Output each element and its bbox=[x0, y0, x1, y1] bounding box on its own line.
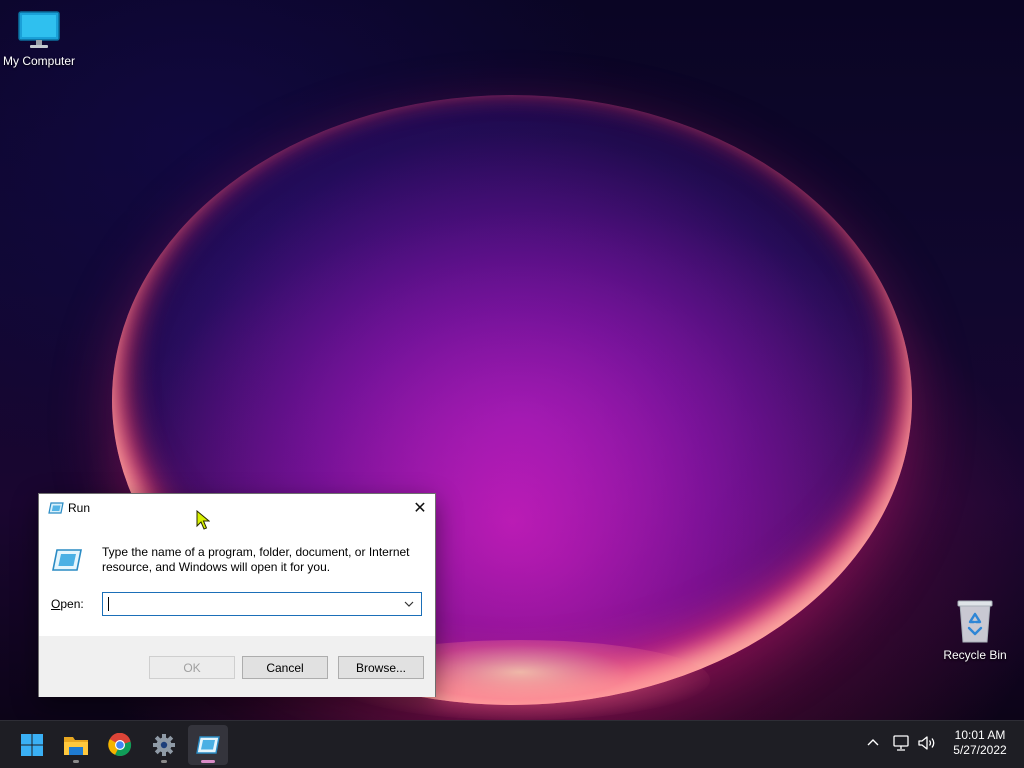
taskbar-settings[interactable] bbox=[144, 725, 184, 765]
recycle-bin-icon bbox=[957, 600, 993, 643]
mouse-cursor-icon bbox=[196, 510, 210, 530]
network-icon[interactable] bbox=[891, 734, 911, 752]
text-caret bbox=[108, 597, 109, 611]
folder-icon bbox=[64, 737, 88, 755]
desktop-icon-label: My Computer bbox=[2, 54, 76, 68]
taskbar-clock[interactable]: 10:01 AM 5/27/2022 bbox=[944, 728, 1016, 758]
cancel-button[interactable]: Cancel bbox=[242, 656, 328, 679]
run-description: Type the name of a program, folder, docu… bbox=[102, 545, 410, 574]
desktop-icon-recycle-bin[interactable]: Recycle Bin bbox=[930, 598, 1020, 662]
windows-logo-icon bbox=[21, 734, 43, 756]
desktop-icon-my-computer[interactable]: My Computer bbox=[0, 10, 84, 68]
run-dialog: Run ✕ Type the name of a program, folder… bbox=[38, 493, 436, 697]
volume-icon[interactable] bbox=[917, 734, 937, 752]
run-titlebar[interactable]: Run ✕ bbox=[39, 494, 435, 522]
desktop-icon-label: Recycle Bin bbox=[943, 648, 1007, 662]
monitor-icon bbox=[18, 11, 60, 48]
open-label: Open: bbox=[51, 597, 84, 611]
run-program-icon bbox=[52, 549, 82, 571]
ok-button[interactable]: OK bbox=[149, 656, 235, 679]
open-dropdown-button[interactable] bbox=[398, 593, 420, 615]
gear-icon bbox=[153, 734, 175, 756]
taskbar-run[interactable] bbox=[188, 725, 228, 765]
running-indicator bbox=[161, 760, 167, 763]
run-title: Run bbox=[68, 501, 91, 515]
close-button[interactable]: ✕ bbox=[405, 494, 435, 522]
open-label-text: pen: bbox=[60, 597, 84, 611]
clock-time: 10:01 AM bbox=[954, 728, 1006, 742]
close-icon: ✕ bbox=[413, 500, 427, 517]
taskbar-chrome[interactable] bbox=[100, 725, 140, 765]
chrome-icon bbox=[108, 733, 132, 757]
running-indicator bbox=[73, 760, 79, 763]
open-input[interactable] bbox=[103, 593, 399, 615]
clock-date: 5/27/2022 bbox=[953, 743, 1007, 757]
run-button-bar: OK Cancel Browse... bbox=[39, 636, 435, 697]
taskbar-file-explorer[interactable] bbox=[56, 725, 96, 765]
active-indicator bbox=[201, 760, 215, 763]
run-icon bbox=[48, 502, 64, 514]
open-label-accelerator: O bbox=[51, 597, 61, 611]
run-icon bbox=[196, 736, 220, 754]
start-button[interactable] bbox=[12, 725, 52, 765]
chevron-down-icon bbox=[404, 601, 414, 607]
open-combobox[interactable] bbox=[102, 592, 422, 616]
browse-button[interactable]: Browse... bbox=[338, 656, 424, 679]
chevron-up-icon[interactable] bbox=[864, 734, 882, 752]
